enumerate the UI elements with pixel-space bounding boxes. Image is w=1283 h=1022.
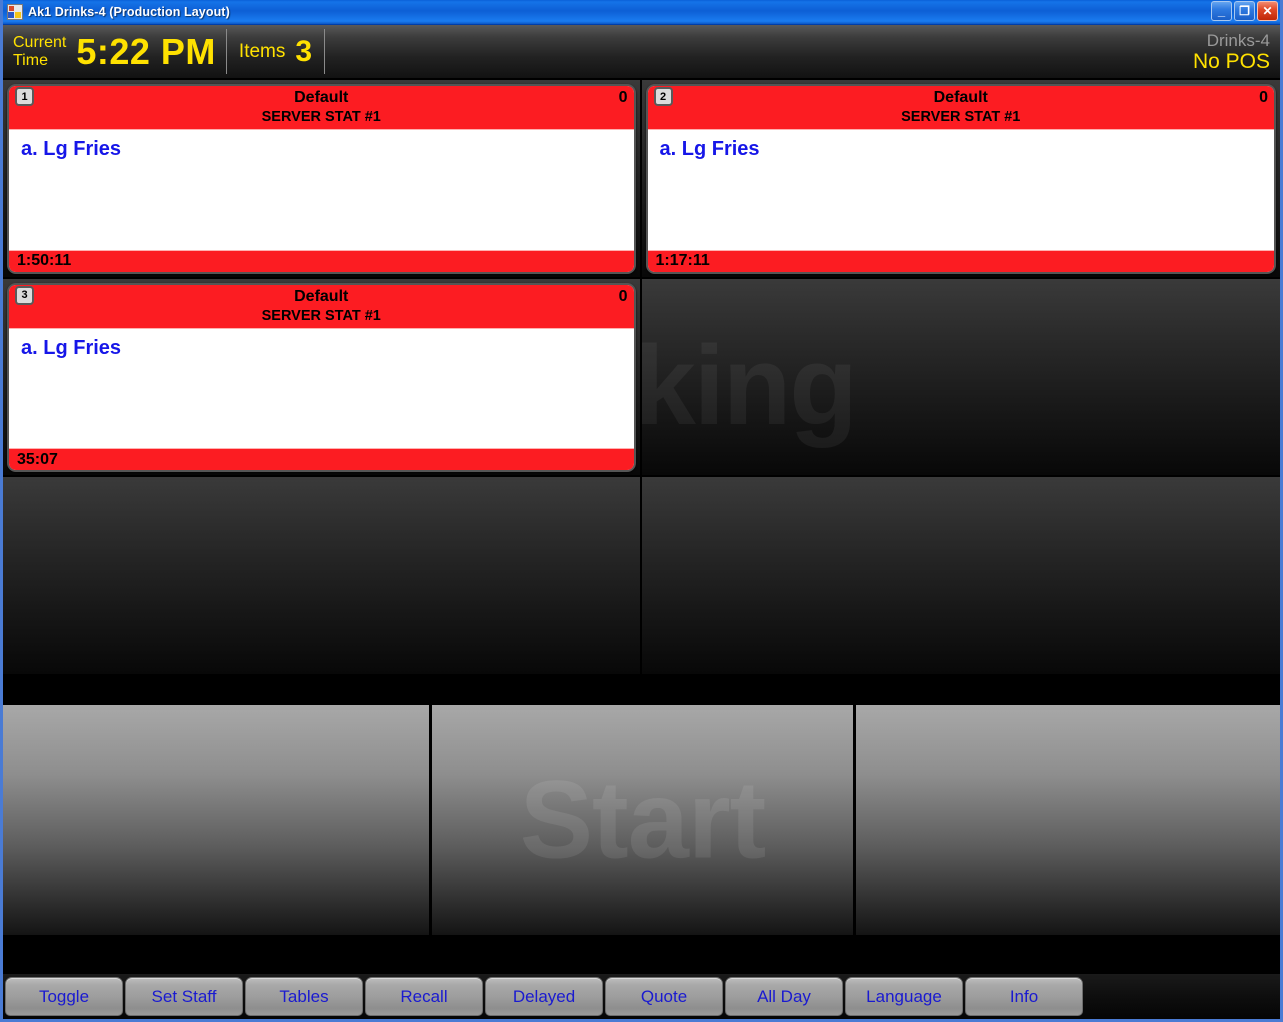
ticket-subtitle: SERVER STAT #1 [261, 307, 381, 324]
ticket-elapsed-timer: 1:50:11 [17, 252, 72, 270]
ticket-footer: 1:17:11 [647, 249, 1274, 272]
ticket-item-count: 0 [1259, 89, 1268, 106]
current-time-label-line1: Current [13, 33, 67, 51]
ticket-header: 3 Default 0 SERVER STAT #1 [9, 284, 634, 329]
station-name: Drinks-4 [1206, 30, 1270, 50]
items-count: 3 [295, 34, 313, 68]
ticket-header-row: 1 Default 0 [15, 87, 628, 108]
ticket-elapsed-timer: 1:17:11 [655, 252, 710, 270]
ticket-number-badge[interactable]: 2 [653, 87, 673, 106]
ticket-elapsed-timer: 35:07 [17, 450, 58, 468]
minimize-button[interactable]: _ [1211, 1, 1232, 21]
lower-panel-area: Start [3, 676, 1280, 944]
lower-panel-row: Start [3, 705, 1280, 944]
status-header: Current Time 5:22 PM Items 3 Drinks-4 No… [3, 25, 1280, 80]
empty-ticket-cell [641, 477, 1280, 676]
window-controls[interactable]: _ ❐ ✕ [1211, 1, 1278, 21]
ticket-item[interactable]: a. Lg Fries [660, 136, 1267, 162]
window-title-bar: Ak1 Drinks-4 (Production Layout) _ ❐ ✕ [3, 0, 1280, 25]
toolbar-button-label: Set Staff [151, 986, 217, 1006]
order-ticket[interactable]: 3 Default 0 SERVER STAT #1 a. Lg Fries 35:07 [7, 282, 636, 473]
order-ticket[interactable]: 1 Default 0 SERVER STAT #1 a. Lg Fries 1:50:1… [7, 84, 636, 274]
order-ticket-cell[interactable]: 3 Default 0 SERVER STAT #1 a. Lg Fries 35:07 [3, 278, 642, 478]
ticket-header-row: 3 Default 0 [15, 285, 628, 307]
toolbar-button-set-staff[interactable]: Set Staff [125, 977, 243, 1016]
toolbar-button-label: Info [1009, 986, 1039, 1006]
ticket-number-badge[interactable]: 3 [15, 285, 34, 305]
status-divider-2 [324, 29, 326, 74]
background-watermark: king [641, 322, 858, 448]
start-watermark: Start [519, 758, 767, 882]
application-window: Ak1 Drinks-4 (Production Layout) _ ❐ ✕ C… [0, 0, 1283, 1022]
lower-panel-2[interactable]: Start [432, 705, 856, 935]
toolbar-button-all-day[interactable]: All Day [725, 977, 843, 1016]
toolbar-button-label: All Day [757, 986, 811, 1006]
station-group: Drinks-4 No POS [1193, 25, 1280, 78]
ticket-item-count: 0 [618, 287, 628, 305]
empty-ticket-cell [3, 477, 642, 676]
lower-panel-1[interactable] [3, 705, 432, 935]
current-time-label: Current Time [3, 34, 74, 70]
bottom-toolbar: Toggle Set Staff Tables Recall Delayed Quote A… [3, 974, 1280, 1019]
ticket-subtitle: SERVER STAT #1 [261, 109, 381, 125]
restore-button[interactable]: ❐ [1234, 1, 1255, 21]
toolbar-button-tables[interactable]: Tables [245, 977, 363, 1016]
items-group: Items 3 [227, 25, 324, 78]
toolbar-button-label: Delayed [512, 986, 576, 1006]
toolbar-button-label: Toggle [38, 986, 90, 1006]
ticket-footer: 35:07 [9, 448, 634, 471]
current-time-group: Current Time 5:22 PM [3, 25, 226, 78]
toolbar-button-label: Tables [279, 986, 329, 1006]
order-ticket-cell[interactable]: 1 Default 0 SERVER STAT #1 a. Lg Fries 1:50:1… [3, 80, 642, 279]
ticket-header: 1 Default 0 SERVER STAT #1 [9, 86, 634, 130]
toolbar-button-language[interactable]: Language [845, 977, 963, 1016]
ticket-subtitle: SERVER STAT #1 [901, 109, 1021, 125]
toolbar-button-label: Language [866, 986, 942, 1006]
ticket-title: Default [933, 89, 988, 106]
order-ticket[interactable]: 2 Default 0 SERVER STAT #1 a. Lg Fries 1:17:1… [645, 84, 1276, 274]
current-time-value: 5:22 PM [76, 30, 216, 72]
ticket-title: Default [294, 89, 349, 106]
ticket-item-list: a. Lg Fries [9, 328, 634, 449]
restore-icon: ❐ [1239, 4, 1250, 18]
toolbar-button-toggle[interactable]: Toggle [5, 977, 123, 1016]
ticket-item-count: 0 [618, 89, 628, 106]
current-time-label-line2: Time [13, 51, 48, 69]
toolbar-button-recall[interactable]: Recall [365, 977, 483, 1016]
toolbar-button-label: Quote [640, 986, 688, 1006]
empty-ticket-cell: king [641, 278, 1280, 478]
order-ticket-cell[interactable]: 2 Default 0 SERVER STAT #1 a. Lg Fries 1:17:1… [641, 80, 1280, 279]
lower-panel-3[interactable] [856, 705, 1280, 935]
ticket-item-list: a. Lg Fries [9, 130, 634, 250]
ticket-title: Default [294, 287, 349, 305]
toolbar-button-info[interactable]: Info [965, 977, 1083, 1016]
toolbar-button-delayed[interactable]: Delayed [485, 977, 603, 1016]
ticket-number-badge[interactable]: 1 [15, 87, 34, 106]
ticket-item[interactable]: a. Lg Fries [21, 335, 626, 361]
app-icon [7, 4, 23, 20]
ticket-header: 2 Default 0 SERVER STAT #1 [647, 86, 1274, 130]
items-label: Items [238, 40, 286, 62]
ticket-footer: 1:50:11 [9, 249, 634, 272]
close-icon: ✕ [1262, 4, 1273, 18]
window-title: Ak1 Drinks-4 (Production Layout) [28, 5, 230, 19]
order-ticket-grid: 1 Default 0 SERVER STAT #1 a. Lg Fries 1:50:1… [3, 80, 1280, 676]
ticket-item[interactable]: a. Lg Fries [21, 136, 626, 162]
pos-status-badge: No POS [1192, 49, 1270, 73]
ticket-header-row: 2 Default 0 [653, 87, 1268, 108]
minimize-icon: _ [1217, 3, 1226, 18]
toolbar-button-label: Recall [400, 986, 448, 1006]
toolbar-button-quote[interactable]: Quote [605, 977, 723, 1016]
ticket-item-list: a. Lg Fries [647, 130, 1274, 250]
close-button[interactable]: ✕ [1257, 1, 1278, 21]
